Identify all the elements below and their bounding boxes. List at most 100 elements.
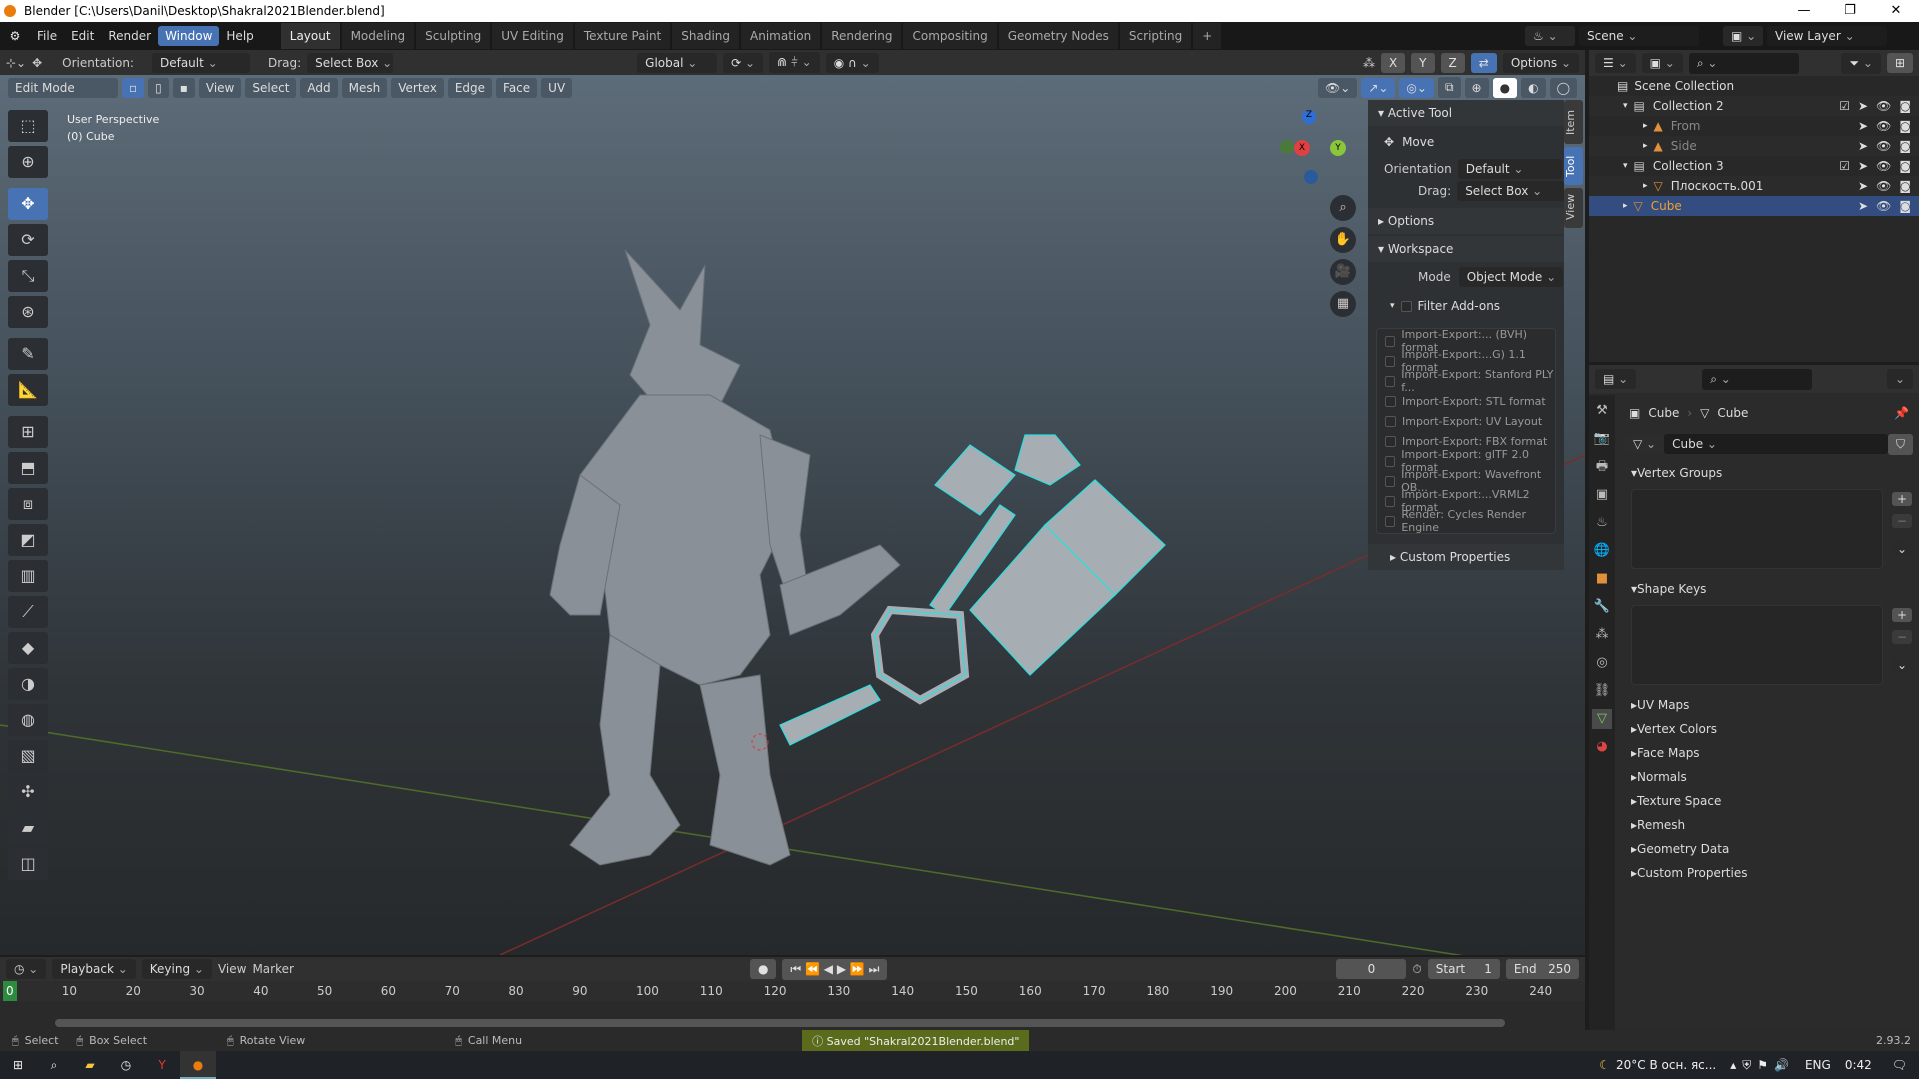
inset-tool-icon[interactable]: ⧈ [8,488,48,520]
section-vertex-colors[interactable]: ▸ Vertex Colors [1619,717,1919,741]
menu-vertex[interactable]: Vertex [391,77,444,98]
shear-tool-icon[interactable]: ▰ [8,812,48,844]
particles-icon[interactable]: ⁂ [1592,625,1612,645]
mode-dropdown[interactable]: Object Mode [1458,267,1563,287]
workspace-tab-sculpting[interactable]: Sculpting [416,23,491,49]
extrude-tool-icon[interactable]: ⬒ [8,452,48,484]
section-remesh[interactable]: ▸ Remesh [1619,813,1919,837]
tab-item[interactable]: Item [1564,100,1583,144]
outliner-row[interactable]: ▸ ▽ Плоскость.001 ➤ 👁 ◙ [1589,176,1919,196]
overlays-icon[interactable]: ◎⌄ [1399,77,1434,98]
mirror-icon[interactable]: ⁂ [1363,56,1375,70]
options-section[interactable]: ▸ Options [1368,208,1564,234]
addon-checkbox[interactable] [1385,495,1396,507]
tool-settings-icon[interactable]: ⚒ [1592,401,1612,421]
filter-icon[interactable]: ⏷ [1841,52,1881,74]
edge-select-mode-icon[interactable]: ▯ [148,77,169,98]
editor-type-icon[interactable]: ▤ [1595,369,1637,389]
addon-checkbox[interactable] [1385,395,1396,407]
menu-view[interactable]: View [218,962,246,976]
orientation-dropdown[interactable]: Default [151,52,250,73]
addon-checkbox[interactable] [1385,335,1396,347]
addon-checkbox[interactable] [1385,475,1396,487]
start-button-icon[interactable]: ⊞ [0,1058,36,1072]
workspace-tab-animation[interactable]: Animation [741,23,821,49]
menu-select[interactable]: Select [245,77,297,98]
outliner-row[interactable]: ▾ ▤ Collection 3 ☑ ➤ 👁 ◙ [1589,156,1919,176]
menu-keying[interactable]: Keying [141,959,212,979]
spin-tool-icon[interactable]: ◑ [8,668,48,700]
preview-range-icon[interactable]: ⏱ [1412,962,1421,977]
eye-icon[interactable]: 👁 [1876,159,1891,173]
row-visibility-controls[interactable]: ☑ ➤ 👁 ◙ [1839,159,1911,173]
options-dropdown[interactable]: Options [1502,52,1579,73]
filter-addons-checkbox[interactable] [1400,300,1412,312]
menu-edit[interactable]: Edit [64,26,101,46]
outliner-row-scene-collection[interactable]: ▤ Scene Collection [1589,76,1919,96]
face-select-mode-icon[interactable]: ▪ [172,77,195,98]
addon-checkbox[interactable] [1385,415,1396,427]
row-visibility-controls[interactable]: ➤ 👁 ◙ [1858,179,1911,193]
workspace-tab-layout[interactable]: Layout [280,23,340,49]
scale-tool-icon[interactable]: ⤡ [8,260,48,292]
rotate-tool-icon[interactable]: ⟳ [8,224,48,256]
selectable-arrow-icon[interactable]: ➤ [1858,159,1868,173]
menu-mesh[interactable]: Mesh [341,77,388,98]
view-layer-selector[interactable]: View Layer [1767,26,1887,46]
edge-slide-tool-icon[interactable]: ▧ [8,740,48,772]
poly-build-tool-icon[interactable]: ◆ [8,632,48,664]
material-icon[interactable]: ◕ [1592,737,1612,757]
editor-type-clock-icon[interactable]: ◷ [6,959,47,979]
exclude-checkbox[interactable]: ☑ [1839,99,1850,113]
selectable-arrow-icon[interactable]: ➤ [1858,199,1868,213]
outliner-row[interactable]: ▸ ▲ From ➤ 👁 ◙ [1589,116,1919,136]
3d-viewport[interactable]: Edit Mode ▫ ▯ ▪ View Select Add Mesh Ver… [0,75,1585,955]
fake-user-shield-icon[interactable]: ⛉ [1887,433,1913,455]
scene-type-icon[interactable]: ♨ [1525,26,1575,46]
workspace-tab-compositing[interactable]: Compositing [903,23,997,49]
custom-properties-section[interactable]: ▸ Custom Properties [1368,544,1564,570]
outliner-row[interactable]: ▸ ▲ Side ➤ 👁 ◙ [1589,136,1919,156]
options-chevron-icon[interactable] [1886,369,1913,389]
clock-app-icon[interactable]: ◷ [108,1058,144,1072]
gizmo-neg-z[interactable] [1304,170,1318,184]
workspace-tab-modeling[interactable]: Modeling [341,23,415,49]
workspace-tab-[interactable]: + [1193,23,1222,49]
row-visibility-controls[interactable]: ☑ ➤ 👁 ◙ [1839,99,1911,113]
addon-checkbox[interactable] [1385,355,1396,367]
shrink-fatten-tool-icon[interactable]: ✣ [8,776,48,808]
row-visibility-controls[interactable]: ➤ 👁 ◙ [1858,119,1911,133]
tab-tool[interactable]: Tool [1564,147,1583,185]
expand-right-icon[interactable]: ▸ [1623,201,1628,211]
workspace-tab-texture-paint[interactable]: Texture Paint [574,23,671,49]
add-item-icon[interactable]: + [1892,608,1912,622]
scene-icon[interactable]: ♨ [1592,513,1612,533]
camera-icon[interactable]: 🎥 [1330,259,1356,285]
expand-down-icon[interactable]: ▾ [1623,161,1628,171]
workspace-tab-geometry-nodes[interactable]: Geometry Nodes [998,23,1118,49]
new-collection-icon[interactable]: ⊞ [1886,53,1913,73]
bevel-tool-icon[interactable]: ◩ [8,524,48,556]
gizmo-neg-y[interactable] [1280,140,1294,154]
eye-icon[interactable]: 👁 [1876,119,1891,133]
menu-uv[interactable]: UV [541,77,573,98]
menu-marker[interactable]: Marker [252,962,293,976]
playback-controls[interactable]: ⏮ ⏪ ◀ ▶ ⏩ ⏭ [782,958,888,980]
mode-dropdown[interactable]: Edit Mode [8,77,118,98]
pivot-point-icon[interactable]: ⟳ [723,52,764,73]
add-item-icon[interactable]: + [1892,492,1912,506]
selectable-arrow-icon[interactable]: ➤ [1858,119,1868,133]
menu-face[interactable]: Face [496,77,538,98]
vertex-select-mode-icon[interactable]: ▫ [122,77,145,98]
record-icon[interactable]: ● [749,959,777,979]
menu-add[interactable]: Add [300,77,338,98]
xray-icon[interactable]: ⧉ [1437,77,1461,98]
outliner-row[interactable]: ▸ ▽ Cube ➤ 👁 ◙ [1589,196,1919,216]
menu-render[interactable]: Render [101,26,158,46]
loop-cut-tool-icon[interactable]: ▥ [8,560,48,592]
menu-view[interactable]: View [198,77,242,98]
view-layer-icon[interactable]: ▣ [1723,26,1763,46]
search-icon[interactable]: ⌕ [36,1058,72,1073]
menu-window[interactable]: Window [158,26,220,46]
add-cube-tool-icon[interactable]: ⊞ [8,416,48,448]
